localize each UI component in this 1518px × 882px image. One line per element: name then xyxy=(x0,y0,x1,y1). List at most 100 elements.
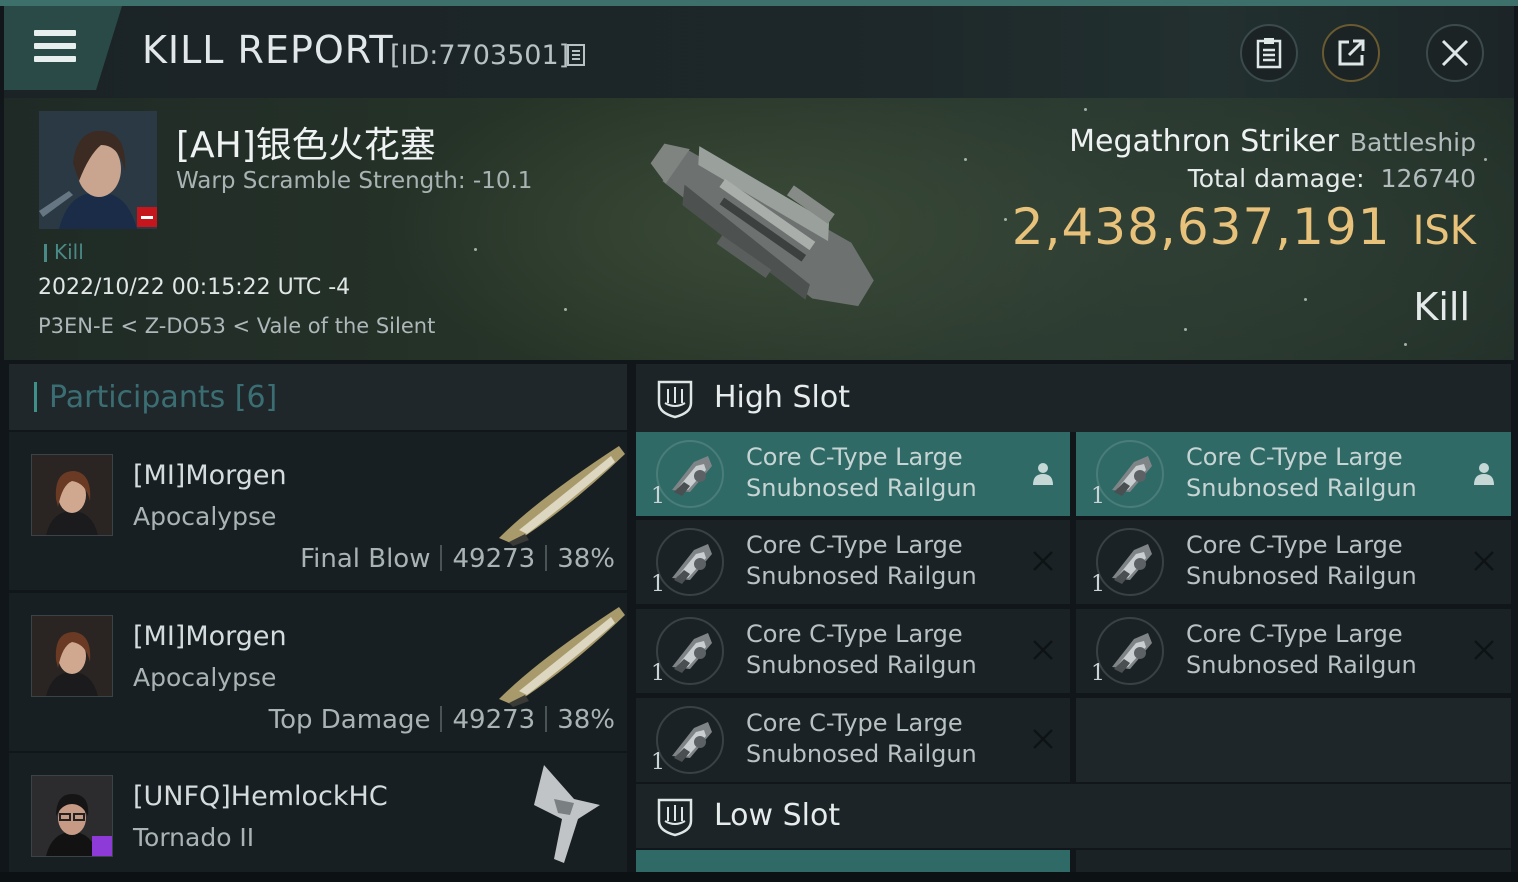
railgun-icon xyxy=(672,722,712,762)
participants-title: Participants [6] xyxy=(49,380,278,415)
module-name: Core C-Type Large Snubnosed Railgun xyxy=(1186,620,1417,679)
menu-icon xyxy=(34,30,76,64)
victim-ship-class: Battleship xyxy=(1349,128,1476,157)
participant-portrait[interactable] xyxy=(31,775,113,857)
participant-row[interactable]: [MI]Morgen Apocalypse Top Damage 49273 38% xyxy=(9,593,627,751)
participant-row[interactable]: [MI]Morgen Apocalypse Final Blow 49273 38% xyxy=(9,432,627,590)
railgun-icon xyxy=(1112,456,1152,496)
participant-stats: Top Damage 49273 38% xyxy=(269,705,615,735)
participant-portrait[interactable] xyxy=(31,454,113,536)
high-slot-header: High Slot xyxy=(636,364,1511,432)
kill-tag: Kill xyxy=(54,240,84,264)
low-slot-module-partial[interactable] xyxy=(1076,850,1511,872)
module-quantity: 1 xyxy=(651,572,665,597)
participant-ship-image xyxy=(499,446,625,546)
kill-datetime: 2022/10/22 00:15:22 UTC -4 xyxy=(38,275,351,300)
menu-button[interactable] xyxy=(4,6,122,90)
module-name: Core C-Type Large Snubnosed Railgun xyxy=(746,709,977,768)
participant-ship: Apocalypse xyxy=(133,663,277,692)
isk-value: 2,438,637,191 xyxy=(1011,198,1391,256)
module-name: Core C-Type Large Snubnosed Railgun xyxy=(746,531,977,590)
clipboard-icon xyxy=(1256,38,1282,69)
participant-portrait-image xyxy=(32,616,112,696)
module-quantity: 1 xyxy=(651,661,665,686)
pilot-icon xyxy=(1033,463,1053,485)
x-icon xyxy=(1033,640,1053,660)
participant-percent: 38% xyxy=(557,544,615,574)
railgun-icon xyxy=(672,456,712,496)
kill-location[interactable]: P3EN-E < Z-DO53 < Vale of the Silent xyxy=(38,314,435,338)
share-icon xyxy=(1338,39,1365,66)
victim-name[interactable]: [AH]银色火花塞 xyxy=(176,116,436,168)
module-cell[interactable]: 1 Core C-Type Large Snubnosed Railgun xyxy=(1076,432,1511,516)
x-icon xyxy=(1033,729,1053,749)
info-badge xyxy=(92,836,112,856)
isk-value-row: 2,438,637,191 ISK xyxy=(1012,198,1476,256)
participant-percent: 38% xyxy=(557,705,615,735)
module-name: Core C-Type Large Snubnosed Railgun xyxy=(746,620,977,679)
participant-damage: 49273 xyxy=(452,544,536,574)
railgun-icon xyxy=(672,633,712,673)
share-button[interactable] xyxy=(1322,24,1380,82)
victim-banner: [AH]银色火花塞 Warp Scramble Strength: -10.1 … xyxy=(4,98,1514,360)
total-damage-label: Total damage: xyxy=(1187,164,1365,193)
participants-header: Participants [6] xyxy=(9,364,627,430)
shield-slot-icon xyxy=(657,380,693,419)
isk-unit: ISK xyxy=(1412,208,1476,254)
security-status-badge xyxy=(137,207,157,227)
victim-ship-name[interactable]: Megathron Striker xyxy=(1069,124,1339,159)
warp-scramble-strength: Warp Scramble Strength: -10.1 xyxy=(176,168,533,194)
module-name: Core C-Type Large Snubnosed Railgun xyxy=(1186,443,1417,502)
low-slot-module-partial[interactable] xyxy=(636,850,1070,872)
victim-ship-image xyxy=(650,143,874,307)
x-icon xyxy=(1474,551,1494,571)
module-cell[interactable]: 1 Core C-Type Large Snubnosed Railgun xyxy=(636,698,1070,782)
participant-name[interactable]: [MI]Morgen xyxy=(133,621,287,652)
participant-ship: Tornado II xyxy=(133,823,255,852)
victim-ship-info: Megathron Striker Battleship xyxy=(1069,124,1476,159)
total-damage-value: 126740 xyxy=(1380,164,1476,193)
clipboard-button[interactable] xyxy=(1240,24,1298,82)
module-cell[interactable]: 1 Core C-Type Large Snubnosed Railgun xyxy=(636,609,1070,693)
participant-ship-image xyxy=(499,607,625,707)
participant-stats: Final Blow 49273 38% xyxy=(300,544,615,574)
low-slot-header: Low Slot xyxy=(636,784,1511,848)
participant-name[interactable]: [UNFQ]HemlockHC xyxy=(133,781,388,812)
participant-ship-image xyxy=(534,765,600,863)
report-id: [ID:7703501] xyxy=(390,40,570,71)
module-quantity: 1 xyxy=(651,484,665,509)
module-name: Core C-Type Large Snubnosed Railgun xyxy=(1186,531,1417,590)
module-cell[interactable]: 1 Core C-Type Large Snubnosed Railgun xyxy=(1076,609,1511,693)
module-cell[interactable]: 1 Core C-Type Large Snubnosed Railgun xyxy=(636,520,1070,604)
close-button[interactable] xyxy=(1426,24,1484,82)
railgun-icon xyxy=(672,544,712,584)
module-quantity: 1 xyxy=(1091,484,1105,509)
railgun-icon xyxy=(1112,633,1152,673)
railgun-icon xyxy=(1112,544,1152,584)
low-slot-title: Low Slot xyxy=(714,798,841,833)
participant-portrait[interactable] xyxy=(31,615,113,697)
participant-name[interactable]: [MI]Morgen xyxy=(133,460,287,491)
participant-ship: Apocalypse xyxy=(133,502,277,531)
participants-bar xyxy=(34,382,37,412)
module-quantity: 1 xyxy=(1091,661,1105,686)
kill-tag-bar xyxy=(44,244,47,262)
participant-portrait-image xyxy=(32,455,112,535)
empty-slot-cell xyxy=(1076,698,1511,782)
module-cell[interactable]: 1 Core C-Type Large Snubnosed Railgun xyxy=(1076,520,1511,604)
module-quantity: 1 xyxy=(651,750,665,775)
shield-slot-icon xyxy=(657,798,693,837)
copy-icon[interactable] xyxy=(567,44,585,66)
module-cell[interactable]: 1 Core C-Type Large Snubnosed Railgun xyxy=(636,432,1070,516)
high-slot-title: High Slot xyxy=(714,380,850,415)
bottom-edge xyxy=(0,872,1518,882)
total-damage: Total damage: 126740 xyxy=(1188,164,1476,193)
participant-role: Final Blow xyxy=(300,544,431,574)
participant-role: Top Damage xyxy=(268,705,431,735)
participant-row[interactable]: [UNFQ]HemlockHC Tornado II xyxy=(9,753,627,872)
x-icon xyxy=(1033,551,1053,571)
page-title: KILL REPORT xyxy=(142,28,394,72)
x-icon xyxy=(1474,640,1494,660)
module-quantity: 1 xyxy=(1091,572,1105,597)
header-bar: KILL REPORT [ID:7703501] xyxy=(4,6,1514,98)
